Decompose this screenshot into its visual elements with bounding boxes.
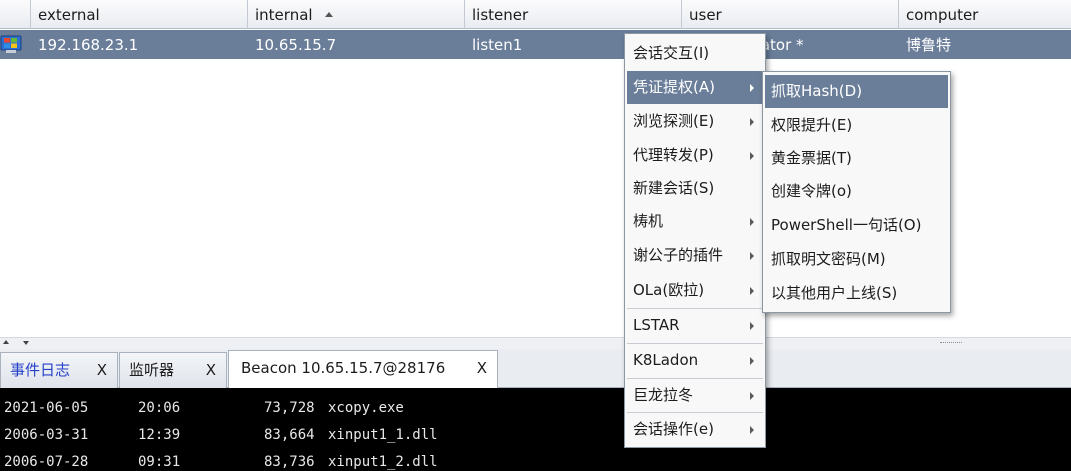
drag-grip-icon[interactable] (940, 342, 962, 344)
menu-item-ola[interactable]: OLa(欧拉) (627, 274, 763, 307)
close-tab-button[interactable]: X (477, 351, 487, 385)
menu-item-label: 黄金票据(T) (771, 149, 852, 167)
menu-item-label: 巨龙拉冬 (633, 386, 694, 404)
menu-item-label: 权限提升(E) (771, 116, 853, 134)
file-time: 12:39 (138, 427, 181, 443)
cell-computer: 博鲁特 (906, 36, 952, 54)
menu-item-label: 创建令牌(o) (771, 182, 852, 200)
file-time: 20:06 (138, 400, 181, 416)
column-header-label: computer (906, 6, 979, 24)
file-name: xcopy.exe (328, 400, 404, 416)
submenu-item-golden-ticket[interactable]: 黄金票据(T) (765, 142, 948, 175)
console-line: 2021-06-05 20:06 73,728 xcopy.exe (4, 397, 404, 419)
tab-label: 监听器 (129, 361, 175, 379)
submenu-arrow-icon (750, 118, 754, 126)
menu-item-label: 抓取明文密码(M) (771, 250, 886, 268)
column-header-user[interactable]: user (682, 0, 899, 29)
menu-item-explore[interactable]: 浏览探测(E) (627, 105, 763, 138)
submenu-item-elevate[interactable]: 权限提升(E) (765, 109, 948, 142)
menu-item-label: 凭证提权(A) (633, 78, 715, 96)
column-header-label: listener (472, 6, 529, 24)
menu-item-plugin-2[interactable]: 谢公子的插件 (627, 239, 763, 272)
file-date: 2006-03-31 (4, 427, 89, 443)
file-date: 2006-07-28 (4, 454, 89, 470)
menu-item-label: 会话操作(e) (633, 420, 714, 438)
submenu-arrow-icon (750, 357, 754, 365)
expand-down-icon[interactable] (23, 341, 29, 345)
expand-up-icon[interactable] (3, 340, 9, 344)
menu-item-session[interactable]: 会话操作(e) (627, 413, 763, 446)
submenu-item-powershell-oneliner[interactable]: PowerShell一句话(O) (765, 209, 948, 242)
console-line: 2006-07-28 09:31 83,736 xinput1_2.dll (4, 451, 438, 471)
menu-item-k8ladon[interactable]: K8Ladon (627, 344, 763, 377)
file-size: 83,736 (264, 454, 315, 470)
file-date: 2021-06-05 (4, 400, 89, 416)
icon-column-header[interactable] (0, 0, 31, 29)
submenu-item-logonpasswords[interactable]: 抓取明文密码(M) (765, 243, 948, 276)
table-row[interactable]: 192.168.23.1 10.65.15.7 listen1 Administ… (0, 30, 1071, 59)
tab-label: 事件日志 (10, 361, 71, 379)
tab-label: Beacon 10.65.15.7@28176 (241, 359, 446, 377)
table-header: external internal listener user computer (0, 0, 1071, 29)
file-name: xinput1_1.dll (328, 427, 438, 443)
menu-item-label: 代理转发(P) (633, 146, 714, 164)
menu-item-lstar[interactable]: LSTAR (627, 309, 763, 342)
menu-item-label: LSTAR (633, 316, 680, 334)
cell-external: 192.168.23.1 (38, 36, 139, 54)
close-tab-button[interactable]: X (206, 353, 216, 387)
menu-item-label: 以其他用户上线(S) (771, 284, 898, 302)
column-header-listener[interactable]: listener (465, 0, 682, 29)
file-time: 09:31 (138, 454, 181, 470)
column-header-label: internal (255, 6, 313, 24)
column-header-computer[interactable]: computer (899, 0, 1071, 29)
context-menu: 会话交互(I) 凭证提权(A) 浏览探测(E) 代理转发(P) 新建会话(S) … (624, 33, 766, 448)
tab-listeners[interactable]: 监听器 X (119, 352, 227, 388)
column-header-label: external (38, 6, 100, 24)
menu-item-spawn[interactable]: 新建会话(S) (627, 172, 763, 205)
column-header-external[interactable]: external (31, 0, 248, 29)
credentials-submenu: 抓取Hash(D) 权限提升(E) 黄金票据(T) 创建令牌(o) PowerS… (762, 71, 951, 313)
cell-internal: 10.65.15.7 (255, 36, 337, 54)
menu-item-label: 谢公子的插件 (633, 246, 724, 264)
submenu-item-hashdump[interactable]: 抓取Hash(D) (765, 75, 948, 108)
submenu-arrow-icon (750, 426, 754, 434)
tab-beacon[interactable]: Beacon 10.65.15.7@28176 X (228, 350, 498, 388)
submenu-arrow-icon (750, 287, 754, 295)
menu-item-interact[interactable]: 会话交互(I) (627, 37, 763, 70)
column-header-internal[interactable]: internal (248, 0, 465, 29)
tab-bar: 事件日志 X 监听器 X Beacon 10.65.15.7@28176 X (0, 349, 1071, 388)
menu-item-label: OLa(欧拉) (633, 281, 705, 299)
menu-item-label: 浏览探测(E) (633, 112, 715, 130)
console-line: 2006-03-31 12:39 83,664 xinput1_1.dll (4, 424, 438, 446)
menu-item-label: 梼机 (633, 212, 664, 230)
menu-item-plugin-1[interactable]: 梼机 (627, 205, 763, 238)
submenu-item-make-token[interactable]: 创建令牌(o) (765, 175, 948, 208)
submenu-arrow-icon (750, 152, 754, 160)
submenu-arrow-icon (750, 84, 754, 92)
menu-item-pivoting[interactable]: 代理转发(P) (627, 139, 763, 172)
menu-item-label: 抓取Hash(D) (771, 82, 863, 100)
file-size: 83,664 (264, 427, 315, 443)
menu-item-label: 会话交互(I) (633, 44, 710, 62)
split-pane-divider[interactable] (0, 337, 1071, 349)
sort-ascending-icon (325, 12, 334, 17)
file-size: 73,728 (264, 400, 315, 416)
menu-item-label: 新建会话(S) (633, 179, 715, 197)
tab-event-log[interactable]: 事件日志 X (0, 352, 118, 388)
submenu-arrow-icon (750, 392, 754, 400)
menu-item-label: K8Ladon (633, 351, 699, 369)
menu-item-label: PowerShell一句话(O) (771, 216, 922, 234)
submenu-arrow-icon (750, 322, 754, 330)
submenu-arrow-icon (750, 252, 754, 260)
menu-item-credentials[interactable]: 凭证提权(A) (627, 71, 763, 104)
submenu-item-spawn-as[interactable]: 以其他用户上线(S) (765, 277, 948, 310)
close-tab-button[interactable]: X (97, 353, 107, 387)
file-name: xinput1_2.dll (328, 454, 438, 470)
beacon-console-output[interactable]: 2021-06-05 20:06 73,728 xcopy.exe 2006-0… (0, 388, 1071, 471)
column-header-label: user (689, 6, 722, 24)
submenu-arrow-icon (750, 218, 754, 226)
menu-item-ladon-dragon[interactable]: 巨龙拉冬 (627, 379, 763, 412)
windows-computer-icon (0, 35, 22, 53)
